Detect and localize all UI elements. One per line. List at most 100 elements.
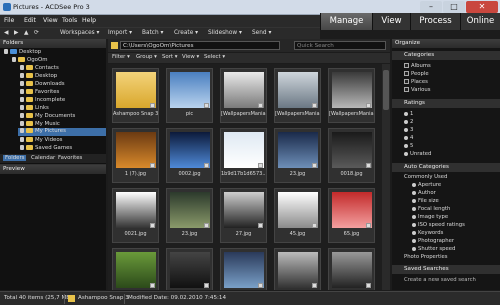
tree-item-contacts[interactable]: Contacts [20,65,59,71]
select-checkbox[interactable] [150,103,155,108]
lock-icon[interactable] [20,89,24,94]
close-button[interactable]: ✕ [466,1,498,13]
ratings-header[interactable]: Ratings [392,99,500,108]
checkbox[interactable] [404,71,409,76]
filter-menu[interactable]: Filter ▾ [112,54,130,60]
thumbnail-tile[interactable]: 0018.jpg [328,128,375,183]
tree-item-my-videos[interactable]: My Videos [20,137,62,143]
import-menu[interactable]: Import ▾ [108,30,132,36]
select-checkbox[interactable] [366,103,371,108]
vertical-scrollbar[interactable] [382,64,390,290]
thumbnail-tile[interactable]: 0002.jpg [166,128,213,183]
lock-icon[interactable] [4,49,8,54]
select-checkbox[interactable] [366,283,371,288]
tree-item-my-music[interactable]: My Music [20,121,60,127]
lock-icon[interactable] [20,128,24,133]
select-checkbox[interactable] [204,163,209,168]
tree-item-desktop[interactable]: Desktop [4,49,41,55]
thumbnail-tile[interactable]: 1 (7).jpg [112,128,159,183]
thumbnail-tile[interactable]: [WallpapersMania]_... [328,68,375,123]
category-people[interactable]: People [404,71,429,77]
auto-categories-header[interactable]: Auto Categories [392,163,500,172]
refresh-icon[interactable]: ⟳ [34,30,39,36]
menu-file[interactable]: File [4,17,14,24]
thumbnail-tile[interactable]: 23.jpg [274,128,321,183]
tab-calendar[interactable]: Calendar [29,155,57,161]
thumbnail-tile[interactable]: Ashampoo Snap 3 [112,68,159,123]
menu-edit[interactable]: Edit [24,17,36,24]
tree-item-links[interactable]: Links [20,105,49,111]
path-field[interactable]: C:\Users\OgoOm\Pictures [120,41,280,50]
rating-5[interactable]: 5 [404,143,413,149]
lock-icon[interactable] [20,145,24,150]
thumbnail-tile[interactable]: 27.jpg [220,188,267,243]
thumbnail-tile[interactable] [112,248,159,290]
saved-searches-header[interactable]: Saved Searches [392,265,500,274]
rating-3[interactable]: 3 [404,127,413,133]
auto-category-item[interactable]: Focal length [412,206,450,212]
slideshow-menu[interactable]: Slideshow ▾ [208,30,242,36]
auto-category-item[interactable]: Keywords [412,230,443,236]
auto-category-item[interactable]: Photographer [412,238,454,244]
tab-favorites[interactable]: Favorites [56,155,84,161]
menu-tools[interactable]: Tools [62,17,77,24]
tree-item-my-pictures[interactable]: My Pictures [18,128,106,136]
select-checkbox[interactable] [258,163,263,168]
select-checkbox[interactable] [366,223,371,228]
lock-icon[interactable] [20,137,24,142]
auto-category-item[interactable]: Shutter speed [412,246,455,252]
tree-item-desktop2[interactable]: Desktop [20,73,57,79]
rating-unrated[interactable]: Unrated [404,151,431,157]
tab-view[interactable]: View [372,13,410,30]
auto-category-item[interactable]: File size [412,198,439,204]
select-checkbox[interactable] [312,283,317,288]
select-checkbox[interactable] [150,163,155,168]
send-menu[interactable]: Send ▾ [252,30,271,36]
auto-category-item[interactable]: Author [412,190,436,196]
create-menu[interactable]: Create ▾ [174,30,198,36]
menu-help[interactable]: Help [82,17,96,24]
lock-icon[interactable] [20,105,24,110]
minimize-button[interactable]: – [420,1,442,13]
tree-item-user[interactable]: OgoOm [12,57,47,63]
quick-search-input[interactable]: Quick Search [294,41,386,50]
workspaces-menu[interactable]: Workspaces ▾ [60,30,99,36]
select-checkbox[interactable] [258,223,263,228]
thumbnail-tile[interactable] [166,248,213,290]
tree-item-saved-games[interactable]: Saved Games [20,145,72,151]
lock-icon[interactable] [20,73,24,78]
select-checkbox[interactable] [150,283,155,288]
thumbnail-tile[interactable]: 0021.jpg [112,188,159,243]
select-menu[interactable]: Select ▾ [204,54,225,60]
lock-icon[interactable] [20,113,24,118]
thumbnail-tile[interactable]: 23.jpg [166,188,213,243]
checkbox[interactable] [404,87,409,92]
view-menu[interactable]: View ▾ [182,54,199,60]
select-checkbox[interactable] [366,163,371,168]
tree-item-my-documents[interactable]: My Documents [20,113,75,119]
thumbnail-tile[interactable]: 45.jpg [274,188,321,243]
group-menu[interactable]: Group ▾ [136,54,157,60]
select-checkbox[interactable] [312,163,317,168]
category-albums[interactable]: Albums [404,63,431,69]
select-checkbox[interactable] [150,223,155,228]
checkbox[interactable] [404,79,409,84]
thumbnail-tile[interactable]: 1b9d17b1d6573... [220,128,267,183]
thumbnail-tile[interactable]: pic [166,68,213,123]
auto-category-item[interactable]: ISO speed ratings [412,222,465,228]
thumbnail-tile[interactable] [220,248,267,290]
select-checkbox[interactable] [312,103,317,108]
lock-icon[interactable] [12,57,16,62]
up-icon[interactable]: ▲ [24,30,28,36]
lock-icon[interactable] [20,97,24,102]
rating-1[interactable]: 1 [404,111,413,117]
select-checkbox[interactable] [258,103,263,108]
thumbnail-tile[interactable]: [WallpapersMania]_... [220,68,267,123]
checkbox[interactable] [404,63,409,68]
thumbnail-tile[interactable]: 65.jpg [328,188,375,243]
thumbnail-tile[interactable] [274,248,321,290]
select-checkbox[interactable] [258,283,263,288]
tab-folders[interactable]: Folders [3,155,27,161]
tree-item-incomplete[interactable]: Incomplete [20,97,65,103]
categories-header[interactable]: Categories [392,51,500,60]
